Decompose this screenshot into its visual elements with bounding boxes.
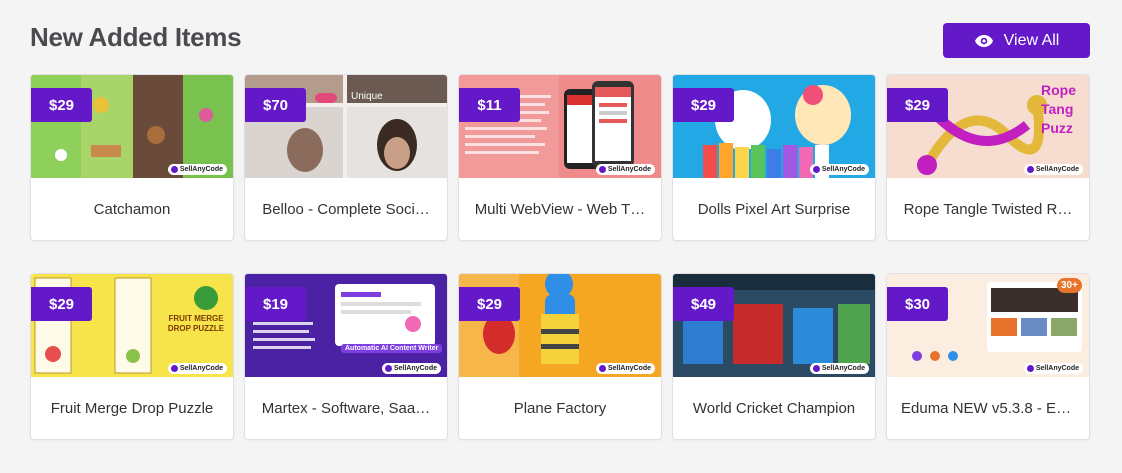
items-grid: $29 SellAnyCode Catchamon Unique $70 Bel… xyxy=(30,74,1090,440)
item-name-link[interactable]: World Cricket Champion xyxy=(673,377,875,439)
price-badge: $49 xyxy=(673,287,734,321)
item-name-link[interactable]: Dolls Pixel Art Surprise xyxy=(673,178,875,240)
watermark-badge: SellAnyCode xyxy=(381,363,441,374)
price-badge: $29 xyxy=(673,88,734,122)
item-card[interactable]: 30+ $30 SellAnyCode Eduma NEW v5.3.8 - E… xyxy=(886,273,1090,440)
item-name-link[interactable]: Fruit Merge Drop Puzzle xyxy=(31,377,233,439)
item-thumbnail[interactable]: $29 SellAnyCode xyxy=(673,75,875,178)
item-thumbnail[interactable]: Automatic AI Content Writer $19 SellAnyC… xyxy=(245,274,447,377)
item-card[interactable]: $29 SellAnyCode Plane Factory xyxy=(458,273,662,440)
item-name-link[interactable]: Belloo - Complete Soci… xyxy=(245,178,447,240)
watermark-badge: SellAnyCode xyxy=(595,363,655,374)
item-name-link[interactable]: Eduma NEW v5.3.8 - Ed… xyxy=(887,377,1089,439)
price-badge: $30 xyxy=(887,287,948,321)
item-thumbnail[interactable]: Unique $70 xyxy=(245,75,447,178)
item-name-link[interactable]: Plane Factory xyxy=(459,377,661,439)
price-badge: $70 xyxy=(245,88,306,122)
watermark-badge: SellAnyCode xyxy=(1023,164,1083,175)
section-title: New Added Items xyxy=(30,22,242,52)
logo-icon xyxy=(598,365,606,372)
logo-icon xyxy=(812,166,820,173)
overlay-label: FRUIT MERGE DROP PUZZLE xyxy=(167,314,225,333)
watermark-badge: SellAnyCode xyxy=(595,164,655,175)
item-name-link[interactable]: Multi WebView - Web T… xyxy=(459,178,661,240)
overlay-label: Automatic AI Content Writer xyxy=(341,344,443,353)
overlay-label: 30+ xyxy=(1057,278,1082,293)
view-all-button[interactable]: View All xyxy=(943,23,1090,58)
logo-icon xyxy=(170,166,178,173)
item-card[interactable]: $29 SellAnyCode Dolls Pixel Art Surprise xyxy=(672,74,876,241)
item-thumbnail[interactable]: $49 SellAnyCode xyxy=(673,274,875,377)
price-badge: $29 xyxy=(887,88,948,122)
item-card[interactable]: Automatic AI Content Writer $19 SellAnyC… xyxy=(244,273,448,440)
view-all-label: View All xyxy=(1003,31,1060,49)
logo-icon xyxy=(1026,166,1034,173)
watermark-badge: SellAnyCode xyxy=(167,363,227,374)
item-thumbnail[interactable]: Rope Tang Puzz $29 SellAnyCode xyxy=(887,75,1089,178)
item-name-link[interactable]: Rope Tangle Twisted R… xyxy=(887,178,1089,240)
item-card[interactable]: FRUIT MERGE DROP PUZZLE $29 SellAnyCode … xyxy=(30,273,234,440)
price-badge: $19 xyxy=(245,287,306,321)
item-thumbnail[interactable]: 30+ $30 SellAnyCode xyxy=(887,274,1089,377)
watermark-badge: SellAnyCode xyxy=(809,164,869,175)
logo-icon xyxy=(598,166,606,173)
price-badge: $29 xyxy=(31,287,92,321)
new-added-items-section: New Added Items View All $29 SellAnyCode… xyxy=(0,0,1122,473)
watermark-badge: SellAnyCode xyxy=(1023,363,1083,374)
item-thumbnail[interactable]: $11 SellAnyCode xyxy=(459,75,661,178)
logo-icon xyxy=(812,365,820,372)
eye-icon xyxy=(974,34,994,48)
item-name-link[interactable]: Catchamon xyxy=(31,178,233,240)
price-badge: $29 xyxy=(31,88,92,122)
item-card[interactable]: $49 SellAnyCode World Cricket Champion xyxy=(672,273,876,440)
item-card[interactable]: $11 SellAnyCode Multi WebView - Web T… xyxy=(458,74,662,241)
item-thumbnail[interactable]: $29 SellAnyCode xyxy=(459,274,661,377)
logo-icon xyxy=(384,365,392,372)
item-card[interactable]: Rope Tang Puzz $29 SellAnyCode Rope Tang… xyxy=(886,74,1090,241)
overlay-label: Rope Tang Puzz xyxy=(1041,82,1076,136)
watermark-badge: SellAnyCode xyxy=(167,164,227,175)
price-badge: $11 xyxy=(459,88,520,122)
item-card[interactable]: Unique $70 Belloo - Complete Soci… xyxy=(244,74,448,241)
item-name-link[interactable]: Martex - Software, Saa… xyxy=(245,377,447,439)
item-thumbnail[interactable]: FRUIT MERGE DROP PUZZLE $29 SellAnyCode xyxy=(31,274,233,377)
item-thumbnail[interactable]: $29 SellAnyCode xyxy=(31,75,233,178)
logo-icon xyxy=(170,365,178,372)
watermark-badge: SellAnyCode xyxy=(809,363,869,374)
logo-icon xyxy=(1026,365,1034,372)
item-card[interactable]: $29 SellAnyCode Catchamon xyxy=(30,74,234,241)
overlay-label: Unique xyxy=(351,91,383,102)
price-badge: $29 xyxy=(459,287,520,321)
